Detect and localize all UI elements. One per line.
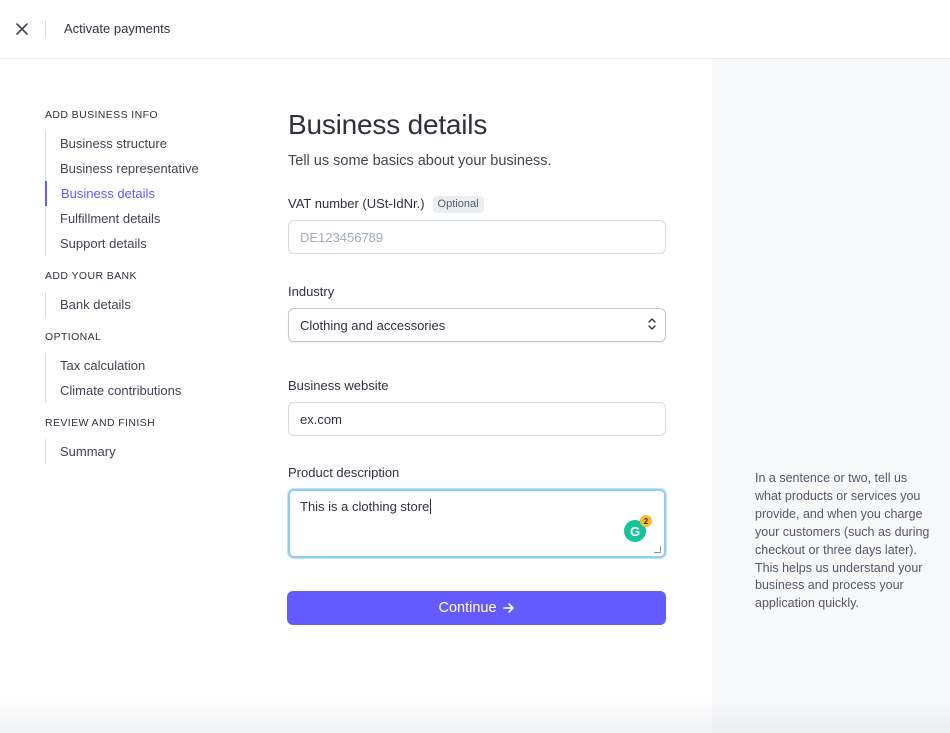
vat-label-row: VAT number (USt-IdNr.) Optional — [288, 195, 666, 213]
page-title: Business details — [288, 109, 488, 140]
sidebar-item-bank-details[interactable]: Bank details — [45, 292, 265, 317]
arrow-right-icon — [502, 602, 515, 614]
nav-section-title: ADD BUSINESS INFO — [45, 109, 158, 121]
chevron-updown-icon — [647, 317, 657, 334]
continue-label: Continue — [438, 600, 497, 616]
grammarly-icon[interactable]: G 2 — [624, 515, 652, 542]
vat-label: VAT number (USt-IdNr.) — [288, 196, 425, 211]
sidebar-item-tax-calculation[interactable]: Tax calculation — [45, 353, 265, 378]
product-label: Product description — [288, 465, 400, 480]
product-field: Product description This is a clothing s… — [288, 464, 666, 558]
sidebar-item-climate-contributions[interactable]: Climate contributions — [45, 378, 265, 403]
topbar-divider — [45, 20, 46, 37]
sidebar-item-summary[interactable]: Summary — [45, 439, 265, 464]
website-input[interactable]: ex.com — [288, 402, 666, 436]
text-cursor — [430, 499, 432, 514]
bottom-shadow — [0, 700, 950, 733]
close-icon[interactable] — [12, 19, 32, 39]
product-textarea[interactable]: This is a clothing store G 2 — [288, 489, 666, 558]
window-title: Activate payments — [64, 21, 171, 36]
main-form: Business details Tell us some basics abo… — [288, 107, 666, 558]
industry-label: Industry — [288, 284, 335, 299]
nav-group: Tax calculation Climate contributions — [45, 353, 265, 403]
sidebar-item-business-representative[interactable]: Business representative — [45, 156, 265, 181]
nav-section-title: ADD YOUR BANK — [45, 270, 137, 282]
website-field: Business website ex.com — [288, 377, 666, 436]
industry-value: Clothing and accessories — [300, 317, 446, 333]
nav-section-title: OPTIONAL — [45, 331, 102, 343]
sidebar-item-support-details[interactable]: Support details — [45, 231, 265, 256]
nav-group: Business structure Business representativ… — [45, 131, 265, 256]
sidebar-item-business-structure[interactable]: Business structure — [45, 131, 265, 156]
sidebar-item-business-details[interactable]: Business details — [45, 181, 265, 206]
resize-handle-icon[interactable] — [654, 546, 661, 553]
optional-badge: Optional — [432, 195, 484, 213]
help-panel: In a sentence or two, tell us what produ… — [712, 59, 950, 733]
continue-button[interactable]: Continue — [287, 591, 666, 625]
industry-field: Industry Clothing and accessories — [288, 283, 666, 342]
top-bar: Activate payments — [0, 0, 950, 59]
website-value: ex.com — [300, 411, 342, 427]
nav-group: Bank details — [45, 292, 265, 317]
vat-input[interactable] — [288, 220, 666, 254]
vat-field: VAT number (USt-IdNr.) Optional — [288, 195, 666, 254]
page-subtitle: Tell us some basics about your business. — [288, 153, 552, 169]
grammarly-count-badge: 2 — [640, 515, 652, 527]
nav-group: Summary — [45, 439, 265, 464]
website-label: Business website — [288, 378, 389, 393]
sidebar-item-fulfillment-details[interactable]: Fulfillment details — [45, 206, 265, 231]
product-value: This is a clothing store — [300, 499, 430, 514]
nav-section-title: REVIEW AND FINISH — [45, 417, 156, 429]
industry-select[interactable]: Clothing and accessories — [288, 308, 666, 342]
help-text: In a sentence or two, tell us what produ… — [755, 471, 930, 611]
sidebar-nav: ADD BUSINESS INFO Business structure Busin… — [45, 108, 265, 477]
